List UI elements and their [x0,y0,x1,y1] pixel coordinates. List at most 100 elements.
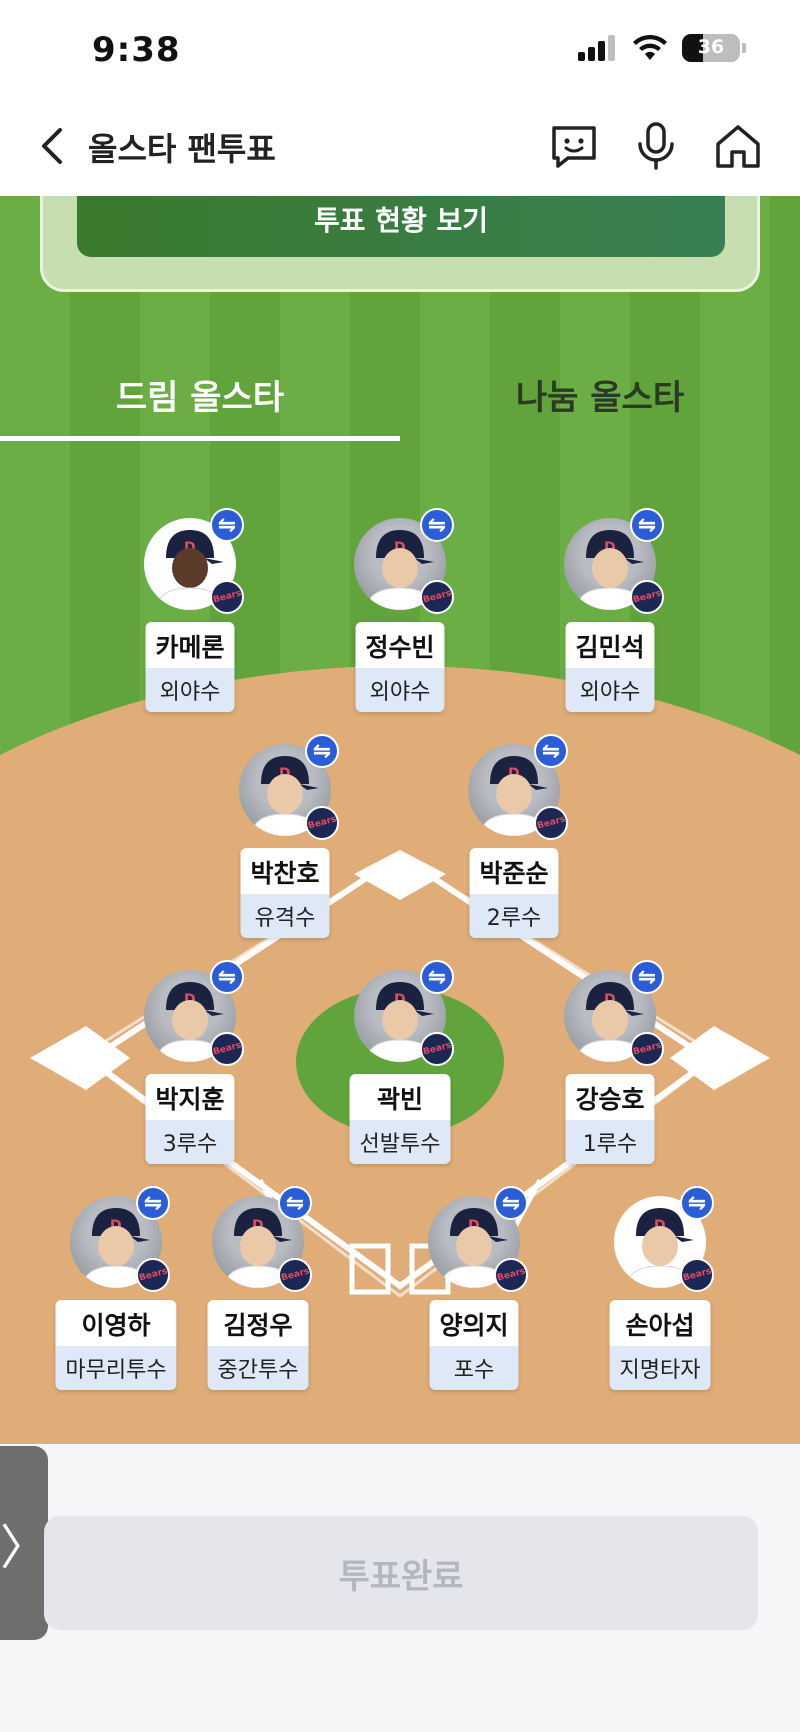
chatbot-icon [552,126,596,168]
swap-icon: ⇋ [427,964,447,990]
swap-player-button[interactable]: ⇋ [278,1186,312,1220]
team-logo-icon: Bears [680,1258,714,1292]
player-label: 김정우 중간투수 [207,1300,309,1390]
battery-level: 36 [697,36,725,58]
status-time: 9:38 [92,30,181,70]
player-position: 3루수 [145,1120,235,1164]
player-name: 정수빈 [355,622,445,668]
player-position: 선발투수 [349,1120,451,1164]
player-label: 양의지 포수 [429,1300,519,1390]
swap-player-button[interactable]: ⇋ [305,734,339,768]
player-label: 정수빈 외야수 [355,622,445,712]
chatbot-button[interactable] [548,120,600,172]
player-label: 곽빈 선발투수 [349,1074,451,1164]
home-icon [716,125,760,168]
player-position: 2루수 [469,894,559,938]
nav-bar: 올스타 팬투표 [0,100,800,196]
player-position: 1루수 [565,1120,655,1164]
home-button[interactable] [712,120,764,172]
chevron-right-icon: 〉 [0,1520,49,1576]
player-position: 지명타자 [609,1346,711,1390]
voice-button[interactable] [630,120,682,172]
tab-dream-allstar[interactable]: 드림 올스타 [0,346,400,442]
team-logo-icon: Bears [494,1258,528,1292]
team-logo-icon: Bears [278,1258,312,1292]
page-title: 올스타 팬투표 [88,130,276,168]
player-label: 강승호 1루수 [565,1074,655,1164]
swap-player-button[interactable]: ⇋ [420,508,454,542]
team-logo-icon: Bears [420,1032,454,1066]
wifi-icon [633,34,667,60]
vote-status-button[interactable]: 투표 현황 보기 [77,196,725,257]
player-label: 박찬호 유격수 [240,848,330,938]
field-area: 투표 현황 보기 드림 올스타 나눔 올스타 D ⇋ Bears 카메론 외야수 [0,196,800,1444]
swap-player-button[interactable]: ⇋ [210,508,244,542]
player-label: 손아섭 지명타자 [609,1300,711,1390]
player-name: 양의지 [429,1300,519,1346]
swap-icon: ⇋ [501,1190,521,1216]
active-tab-indicator [0,436,400,441]
swap-icon: ⇋ [285,1190,305,1216]
player-position: 외야수 [145,668,235,712]
player-position: 포수 [429,1346,519,1390]
swap-icon: ⇋ [687,1190,707,1216]
swap-icon: ⇋ [217,512,237,538]
player-name: 이영하 [55,1300,177,1346]
player-name: 박준순 [469,848,559,894]
player-label: 카메론 외야수 [145,622,235,712]
player-position: 유격수 [240,894,330,938]
battery-icon: 36 [682,34,740,62]
player-name: 박지훈 [145,1074,235,1120]
status-icons: 36 [578,34,746,62]
team-logo-icon: Bears [136,1258,170,1292]
player-name: 강승호 [565,1074,655,1120]
swap-player-button[interactable]: ⇋ [680,1186,714,1220]
cellular-signal-icon [578,35,615,61]
swap-player-button[interactable]: ⇋ [210,960,244,994]
microphone-icon [638,122,674,170]
swap-player-button[interactable]: ⇋ [630,508,664,542]
swap-player-button[interactable]: ⇋ [420,960,454,994]
back-button[interactable] [30,122,78,170]
bottom-bar: 〉 투표완료 [0,1444,800,1732]
swap-icon: ⇋ [312,738,332,764]
battery-nub [742,43,746,53]
swap-icon: ⇋ [637,512,657,538]
chevron-left-icon [42,128,62,164]
swap-icon: ⇋ [427,512,447,538]
team-logo-icon: Bears [305,806,339,840]
side-panel-toggle[interactable]: 〉 [0,1446,48,1640]
player-position: 외야수 [565,668,655,712]
player-position: 마무리투수 [55,1346,177,1390]
team-logo-icon: Bears [630,1032,664,1066]
player-name: 박찬호 [240,848,330,894]
status-bar: 9:38 36 [0,0,800,100]
player-position: 외야수 [355,668,445,712]
swap-icon: ⇋ [637,964,657,990]
swap-icon: ⇋ [541,738,561,764]
team-logo-icon: Bears [630,580,664,614]
team-logo-icon: Bears [420,580,454,614]
vote-complete-button[interactable]: 투표완료 [44,1516,758,1630]
team-tabs: 드림 올스타 나눔 올스타 [0,346,800,442]
swap-player-button[interactable]: ⇋ [630,960,664,994]
team-logo-icon: Bears [210,1032,244,1066]
player-name: 김정우 [207,1300,309,1346]
player-label: 이영하 마무리투수 [55,1300,177,1390]
swap-icon: ⇋ [217,964,237,990]
player-name: 곽빈 [349,1074,451,1120]
player-name: 손아섭 [609,1300,711,1346]
swap-icon: ⇋ [143,1190,163,1216]
team-logo-icon: Bears [534,806,568,840]
swap-player-button[interactable]: ⇋ [534,734,568,768]
swap-player-button[interactable]: ⇋ [136,1186,170,1220]
team-logo-icon: Bears [210,580,244,614]
player-name: 김민석 [565,622,655,668]
player-label: 김민석 외야수 [565,622,655,712]
player-position: 중간투수 [207,1346,309,1390]
player-label: 박지훈 3루수 [145,1074,235,1164]
swap-player-button[interactable]: ⇋ [494,1186,528,1220]
player-name: 카메론 [145,622,235,668]
tab-nanum-allstar[interactable]: 나눔 올스타 [400,346,800,442]
vote-status-card: 투표 현황 보기 [40,196,760,292]
